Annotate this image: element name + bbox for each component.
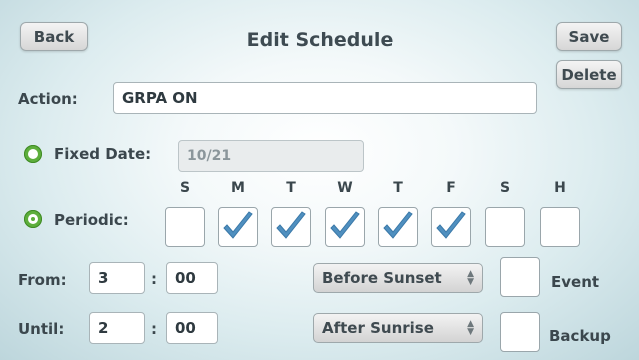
day-header-fri: F xyxy=(446,180,456,196)
day-checkbox-holiday[interactable] xyxy=(540,207,580,247)
action-label: Action: xyxy=(18,90,78,108)
periodic-label: Periodic: xyxy=(54,211,129,229)
fixed-date-label: Fixed Date: xyxy=(54,145,152,163)
select-arrows-icon: ▲ ▼ xyxy=(467,319,474,337)
backup-checkbox[interactable] xyxy=(500,312,540,352)
day-checkbox-wed[interactable] xyxy=(325,207,365,247)
action-field[interactable]: GRPA ON xyxy=(113,82,537,114)
select-arrows-icon: ▲ ▼ xyxy=(467,269,474,287)
until-relative-select[interactable]: After Sunrise ▲ ▼ xyxy=(313,313,483,343)
checkmark-icon xyxy=(276,211,306,239)
page-title: Edit Schedule xyxy=(246,29,394,51)
checkmark-icon xyxy=(383,211,413,239)
until-minute-field[interactable]: 00 xyxy=(166,312,218,344)
until-relative-value: After Sunrise xyxy=(322,319,434,337)
day-header-sat: S xyxy=(499,180,511,196)
checkmark-icon xyxy=(436,211,466,239)
until-label: Until: xyxy=(18,320,65,338)
event-checkbox[interactable] xyxy=(500,257,540,297)
day-checkbox-sun[interactable] xyxy=(165,207,205,247)
day-header-wed: W xyxy=(337,180,353,196)
from-relative-value: Before Sunset xyxy=(322,269,442,287)
checkmark-icon xyxy=(223,211,253,239)
radio-dot xyxy=(28,149,38,159)
fixed-date-radio[interactable] xyxy=(24,145,42,163)
day-checkbox-sat[interactable] xyxy=(485,207,525,247)
day-header-mon: M xyxy=(231,180,245,196)
event-label: Event xyxy=(551,273,600,291)
day-header-tue: T xyxy=(286,180,296,196)
checkmark-icon xyxy=(330,211,360,239)
day-header-sun: S xyxy=(179,180,191,196)
backup-label: Backup xyxy=(549,327,611,345)
until-hour-field[interactable]: 2 xyxy=(89,312,145,344)
from-separator: : xyxy=(151,270,157,288)
day-checkbox-thu[interactable] xyxy=(378,207,418,247)
from-relative-select[interactable]: Before Sunset ▲ ▼ xyxy=(313,263,483,293)
from-hour-field[interactable]: 3 xyxy=(89,262,145,294)
until-separator: : xyxy=(151,320,157,338)
periodic-radio[interactable] xyxy=(24,210,42,228)
day-checkbox-fri[interactable] xyxy=(431,207,471,247)
day-checkbox-mon[interactable] xyxy=(218,207,258,247)
fixed-date-field[interactable]: 10/21 xyxy=(178,140,364,172)
day-checkbox-tue[interactable] xyxy=(271,207,311,247)
from-label: From: xyxy=(18,271,67,289)
day-header-thu: T xyxy=(393,180,403,196)
day-header-holiday: H xyxy=(554,180,566,196)
delete-button[interactable]: Delete xyxy=(556,60,622,89)
radio-dot xyxy=(28,214,38,224)
back-button[interactable]: Back xyxy=(20,22,88,51)
save-button[interactable]: Save xyxy=(556,22,622,51)
from-minute-field[interactable]: 00 xyxy=(166,262,218,294)
